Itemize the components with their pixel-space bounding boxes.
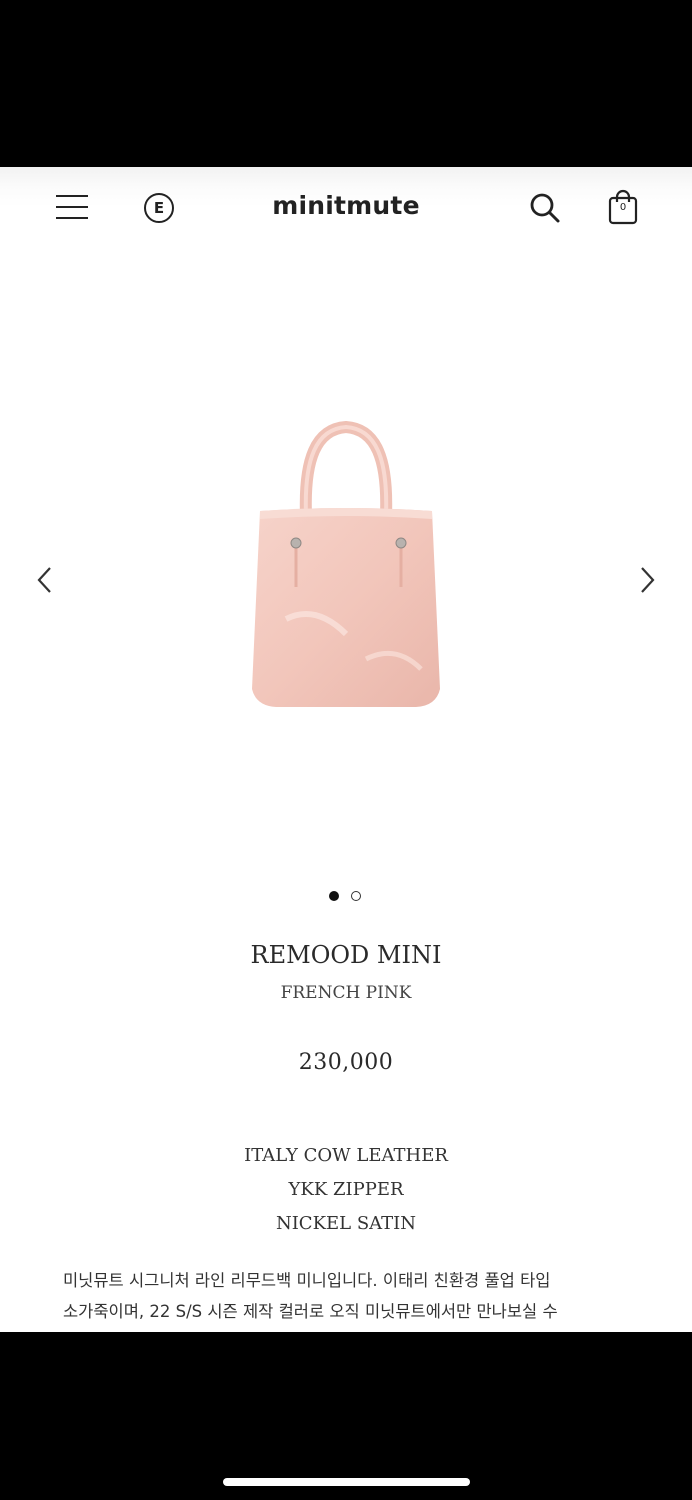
carousel-pagination xyxy=(329,891,369,903)
product-image[interactable] xyxy=(246,419,446,719)
product-description: 미닛뮤트 시그니처 라인 리무드백 미니입니다. 이태리 친환경 풀업 타입 소… xyxy=(63,1265,643,1327)
carousel-dot-active[interactable] xyxy=(329,891,339,901)
status-bar-area xyxy=(0,0,692,167)
chevron-right-icon[interactable] xyxy=(636,565,658,595)
search-icon[interactable] xyxy=(528,191,562,225)
spec-item: ITALY COW LEATHER xyxy=(244,1145,448,1166)
home-indicator[interactable] xyxy=(223,1478,470,1486)
description-line: 소가죽이며, 22 S/S 시즌 제작 컬러로 오직 미닛뮤트에서만 만나보실 … xyxy=(63,1302,558,1321)
description-line: 미닛뮤트 시그니처 라인 리무드백 미니입니다. 이태리 친환경 풀업 타입 xyxy=(63,1271,551,1290)
e-badge-icon[interactable]: E xyxy=(144,193,174,223)
product-price: 230,000 xyxy=(298,1050,394,1075)
menu-icon[interactable] xyxy=(56,192,88,222)
spec-item: YKK ZIPPER xyxy=(288,1179,404,1200)
product-name: REMOOD MINI xyxy=(250,941,442,969)
header-bar: E minitmute 0 xyxy=(0,167,692,249)
e-badge-label: E xyxy=(153,199,165,217)
brand-logo[interactable]: minitmute xyxy=(246,191,446,220)
bottom-bar-area xyxy=(0,1332,692,1500)
product-specs: ITALY COW LEATHER YKK ZIPPER NICKEL SATI… xyxy=(0,1139,692,1241)
product-color: FRENCH PINK xyxy=(280,983,412,1003)
shopping-bag-icon[interactable]: 0 xyxy=(607,189,639,225)
carousel-dot[interactable] xyxy=(351,891,361,901)
app-screen: E minitmute 0 REMOOD MINI FRENCH PINK 23… xyxy=(0,167,692,1332)
chevron-left-icon[interactable] xyxy=(34,565,56,595)
spec-item: NICKEL SATIN xyxy=(275,1213,417,1234)
cart-count: 0 xyxy=(619,202,627,213)
